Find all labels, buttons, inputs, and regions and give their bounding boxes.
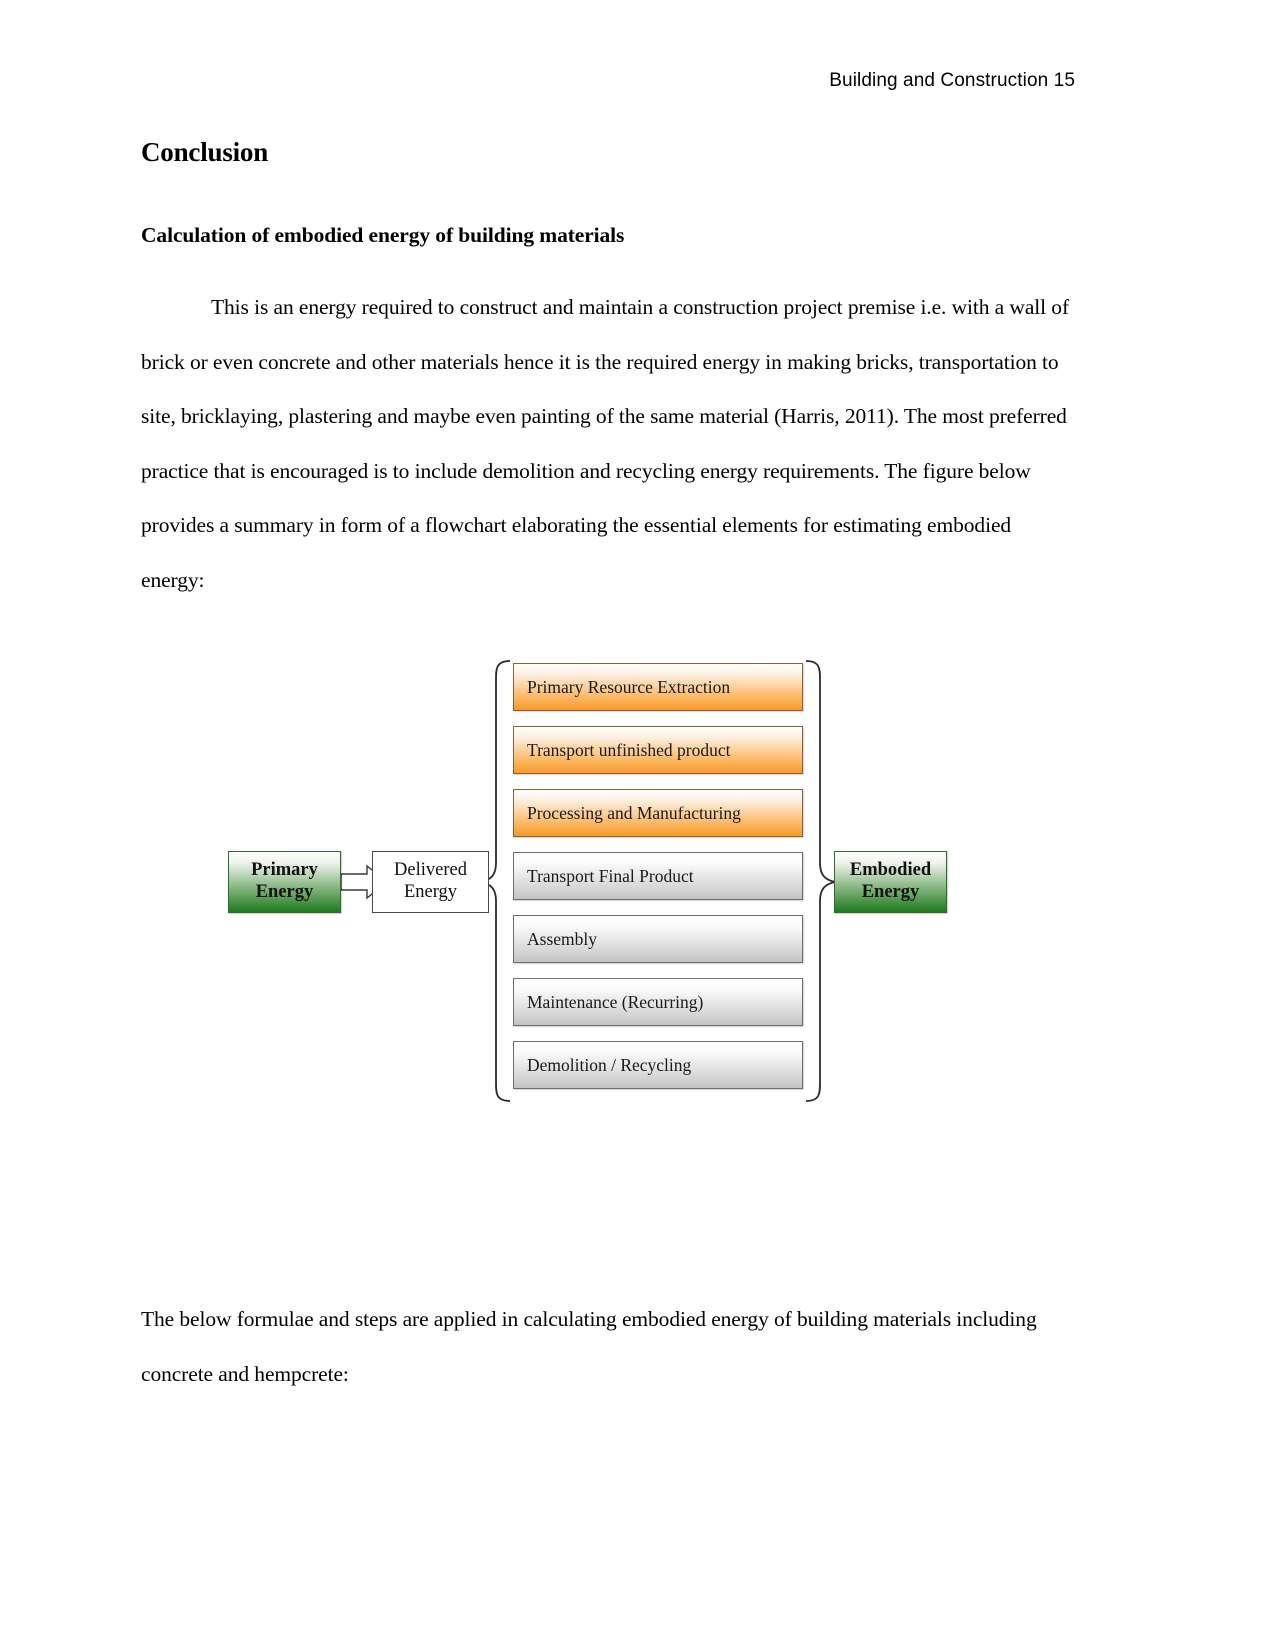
stage-label-7: Demolition / Recycling [527, 1054, 692, 1075]
page-title: Conclusion [141, 137, 269, 167]
stage-box-6: Maintenance (Recurring) [513, 978, 803, 1026]
node-primary-energy-line2: Energy [255, 882, 314, 902]
stage-box-3: Processing and Manufacturing [513, 789, 803, 837]
document-content: Conclusion Calculation of embodied energ… [141, 137, 1076, 607]
node-delivered-energy: Delivered Energy [372, 851, 489, 913]
stage-label-3: Processing and Manufacturing [527, 802, 741, 823]
node-primary-energy: Primary Energy [228, 851, 341, 913]
sub-heading: Calculation of embodied energy of buildi… [141, 222, 625, 247]
stage-label-5: Assembly [527, 928, 597, 949]
node-embodied-energy: Embodied Energy [834, 851, 947, 913]
running-header: Building and Construction 15 [829, 70, 1075, 91]
node-delivered-energy-line2: Energy [403, 882, 458, 902]
node-embodied-energy-line2: Energy [861, 882, 920, 902]
body-paragraph-1: This is an energy required to construct … [141, 295, 1070, 592]
right-brace-icon [805, 660, 836, 1102]
stage-label-2: Transport unfinished product [527, 739, 731, 760]
stage-label-4: Transport Final Product [527, 865, 694, 886]
body-paragraph-2: The below formulae and steps are applied… [141, 1307, 1037, 1386]
document-content-lower: The below formulae and steps are applied… [141, 1292, 1076, 1401]
stage-box-4: Transport Final Product [513, 852, 803, 900]
stage-label-6: Maintenance (Recurring) [527, 991, 704, 1012]
stage-box-7: Demolition / Recycling [513, 1041, 803, 1089]
node-embodied-energy-line1: Embodied [849, 860, 932, 881]
embodied-energy-flowchart: Primary Energy Delivered Energy Primary … [228, 655, 988, 1105]
node-delivered-energy-line1: Delivered [394, 860, 467, 881]
stage-label-1: Primary Resource Extraction [527, 676, 731, 697]
document-page: Building and Construction 15 Conclusion … [0, 0, 1275, 1650]
node-primary-energy-line1: Primary [251, 860, 318, 881]
stage-box-5: Assembly [513, 915, 803, 963]
stage-box-1: Primary Resource Extraction [513, 663, 803, 711]
stage-box-2: Transport unfinished product [513, 726, 803, 774]
